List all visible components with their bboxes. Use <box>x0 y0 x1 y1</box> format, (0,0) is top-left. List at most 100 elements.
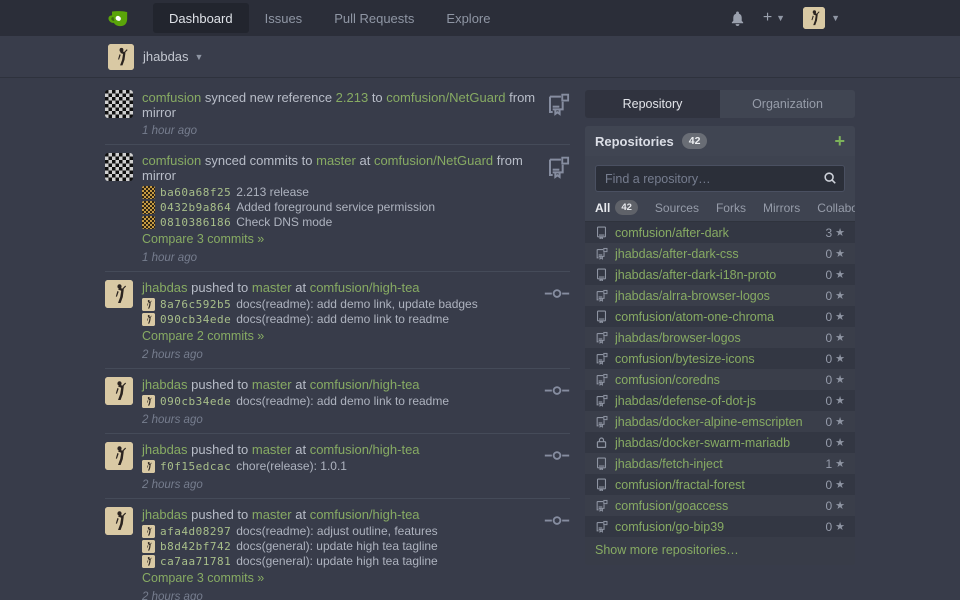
repo-row: comfusion/atom-one-chroma0★ <box>585 306 855 327</box>
nav-right-group: + ▼ ▼ <box>730 0 840 36</box>
mirror-icon <box>595 247 609 260</box>
repo-link[interactable]: comfusion/coredns <box>615 373 720 387</box>
commit-message: 2.213 release <box>236 185 309 200</box>
repo-link[interactable]: jhabdas/defense-of-dot-js <box>615 394 756 408</box>
compare-commits-link[interactable]: Compare 2 commits » <box>142 329 264 344</box>
commit-line: 8a76c592b5docs(readme): add demo link, u… <box>142 297 540 312</box>
notifications-bell-icon[interactable] <box>730 11 745 26</box>
feed-link[interactable]: comfusion/NetGuard <box>386 90 505 105</box>
feed-link[interactable]: 2.213 <box>336 90 369 105</box>
repo-link[interactable]: comfusion/fractal-forest <box>615 478 745 492</box>
feed-link[interactable]: jhabdas <box>142 442 188 457</box>
actor-avatar[interactable] <box>105 442 133 470</box>
commit-sha-link[interactable]: 090cb34ede <box>160 394 231 409</box>
feed-link[interactable]: jhabdas <box>142 280 188 295</box>
mirror-icon <box>540 92 570 138</box>
actor-avatar[interactable] <box>105 507 133 535</box>
actor-avatar[interactable] <box>105 280 133 308</box>
commit-line: 0432b9a864Added foreground service permi… <box>142 200 540 215</box>
repo-link[interactable]: comfusion/after-dark <box>615 226 729 240</box>
filter-forks[interactable]: Forks <box>716 201 746 215</box>
commit-sha-link[interactable]: b8d42bf742 <box>160 539 231 554</box>
filter-collaborative[interactable]: Collaborative <box>817 201 855 215</box>
star-icon: ★ <box>835 436 845 449</box>
gitea-logo-icon[interactable] <box>108 0 131 36</box>
panel-title: Repositories <box>595 134 674 149</box>
nav-item-issues[interactable]: Issues <box>249 0 319 36</box>
repo-icon <box>595 226 609 239</box>
compare-commits-link[interactable]: Compare 3 commits » <box>142 571 264 586</box>
compare-commits-link[interactable]: Compare 3 commits » <box>142 232 264 247</box>
repo-link[interactable]: comfusion/go-bip39 <box>615 520 724 534</box>
nav-item-explore[interactable]: Explore <box>430 0 506 36</box>
committer-avatar <box>142 313 155 326</box>
committer-avatar <box>142 395 155 408</box>
feed-link[interactable]: master <box>252 377 292 392</box>
star-icon: ★ <box>835 373 845 386</box>
repo-link[interactable]: jhabdas/browser-logos <box>615 331 741 345</box>
show-more-repositories-link[interactable]: Show more repositories… <box>595 543 739 557</box>
mirror-icon <box>595 289 609 302</box>
commit-sha-link[interactable]: f0f15edcac <box>160 459 231 474</box>
repo-link[interactable]: jhabdas/docker-alpine-emscripten <box>615 415 803 429</box>
repo-link[interactable]: jhabdas/alrra-browser-logos <box>615 289 770 303</box>
feed-link[interactable]: master <box>252 442 292 457</box>
nav-item-pull-requests[interactable]: Pull Requests <box>318 0 430 36</box>
sidebar: RepositoryOrganization Repositories 42 + <box>585 82 855 565</box>
repo-link[interactable]: jhabdas/docker-swarm-mariadb <box>615 436 790 450</box>
committer-avatar <box>142 298 155 311</box>
repo-search-input[interactable] <box>595 165 845 192</box>
feed-link[interactable]: master <box>252 280 292 295</box>
repo-link[interactable]: jhabdas/after-dark-css <box>615 247 739 261</box>
feed-item: jhabdas pushed to master at comfusion/hi… <box>105 434 570 499</box>
commit-message: Check DNS mode <box>236 215 332 230</box>
repo-link[interactable]: jhabdas/fetch-inject <box>615 457 723 471</box>
show-more-row: Show more repositories… <box>585 537 855 565</box>
commit-sha-link[interactable]: 0432b9a864 <box>160 200 231 215</box>
tab-organization[interactable]: Organization <box>720 90 855 118</box>
feed-link[interactable]: master <box>252 507 292 522</box>
commit-sha-link[interactable]: ca7aa71781 <box>160 554 231 569</box>
context-switcher[interactable]: jhabdas ▼ <box>143 49 203 64</box>
feed-title: jhabdas pushed to master at comfusion/hi… <box>142 377 540 392</box>
feed-link[interactable]: comfusion <box>142 153 201 168</box>
filter-sources[interactable]: Sources <box>655 201 699 215</box>
commit-sha-link[interactable]: ba60a68f25 <box>160 185 231 200</box>
actor-avatar[interactable] <box>105 90 133 118</box>
feed-link[interactable]: comfusion/high-tea <box>310 442 420 457</box>
repo-row: jhabdas/after-dark-i18n-proto0★ <box>585 264 855 285</box>
commit-sha-link[interactable]: 090cb34ede <box>160 312 231 327</box>
create-new-button[interactable]: + ▼ <box>763 9 785 27</box>
repo-row: comfusion/fractal-forest0★ <box>585 474 855 495</box>
feed-link[interactable]: jhabdas <box>142 377 188 392</box>
feed-link[interactable]: comfusion/high-tea <box>310 507 420 522</box>
tab-repository[interactable]: Repository <box>585 90 720 118</box>
commit-line: ca7aa71781docs(general): update high tea… <box>142 554 540 569</box>
feed-link[interactable]: comfusion/high-tea <box>310 280 420 295</box>
user-menu[interactable]: ▼ <box>803 7 840 29</box>
feed-link[interactable]: comfusion/NetGuard <box>374 153 493 168</box>
actor-avatar[interactable] <box>105 377 133 405</box>
commit-sha-link[interactable]: 8a76c592b5 <box>160 297 231 312</box>
nav-item-dashboard[interactable]: Dashboard <box>153 3 249 33</box>
repo-link[interactable]: jhabdas/after-dark-i18n-proto <box>615 268 776 282</box>
actor-avatar[interactable] <box>105 153 133 181</box>
repo-link[interactable]: comfusion/atom-one-chroma <box>615 310 774 324</box>
filter-all[interactable]: All42 <box>595 200 638 215</box>
repo-link[interactable]: comfusion/goaccess <box>615 499 728 513</box>
feed-link[interactable]: comfusion <box>142 90 201 105</box>
mirror-icon <box>595 520 609 533</box>
filter-mirrors[interactable]: Mirrors <box>763 201 800 215</box>
feed-link[interactable]: jhabdas <box>142 507 188 522</box>
repo-row: jhabdas/after-dark-css0★ <box>585 243 855 264</box>
repo-link[interactable]: comfusion/bytesize-icons <box>615 352 755 366</box>
star-icon: ★ <box>835 415 845 428</box>
commit-sha-link[interactable]: 0810386186 <box>160 215 231 230</box>
commit-sha-link[interactable]: afa4d08297 <box>160 524 231 539</box>
new-repository-button[interactable]: + <box>834 134 845 148</box>
feed-link[interactable]: comfusion/high-tea <box>310 377 420 392</box>
repo-row: jhabdas/defense-of-dot-js0★ <box>585 390 855 411</box>
commit-list: ba60a68f25 2.213 release0432b9a864Added f… <box>142 185 540 230</box>
feed-link[interactable]: master <box>316 153 356 168</box>
gitea-dashboard: DashboardIssuesPull RequestsExplore + ▼ … <box>0 0 960 600</box>
